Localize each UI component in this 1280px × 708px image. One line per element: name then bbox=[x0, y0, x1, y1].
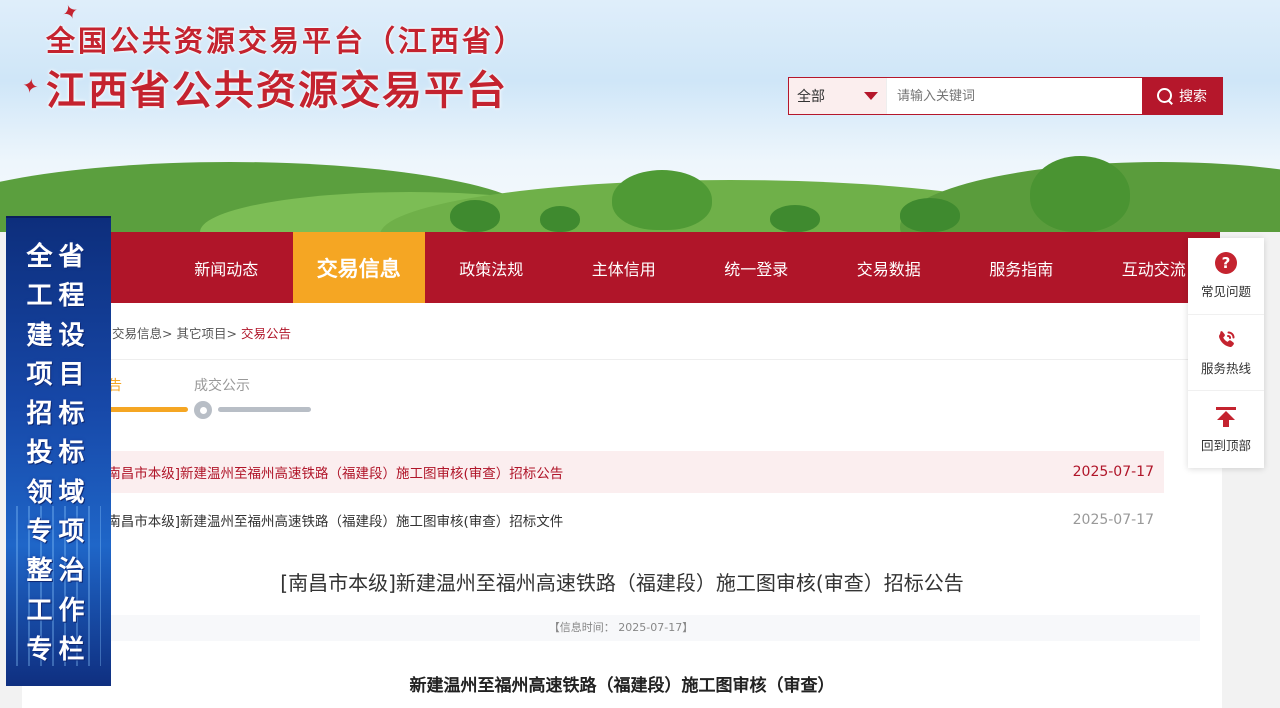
floating-toolbar: ? 常见问题 服务热线 回到顶部 bbox=[1188, 238, 1264, 468]
hotline-label: 服务热线 bbox=[1200, 360, 1251, 376]
search-icon bbox=[1157, 88, 1173, 104]
caret-down-icon bbox=[864, 92, 878, 100]
banner-text-line: 专项 bbox=[26, 517, 91, 548]
article-heading: 新建温州至福州高速铁路（福建段）施工图审核（审查） bbox=[409, 676, 835, 696]
search-input[interactable] bbox=[887, 78, 1142, 114]
article-info-time: 【信息时间： 2025-07-17】 bbox=[42, 615, 1200, 641]
search-button[interactable]: 搜索 bbox=[1142, 78, 1222, 114]
banner-text-line: 全省 bbox=[26, 242, 91, 272]
phone-icon bbox=[1214, 328, 1238, 352]
breadcrumb-current: 交易公告 bbox=[240, 326, 291, 341]
back-to-top-button[interactable]: 回到顶部 bbox=[1188, 391, 1264, 468]
nav-item-data[interactable]: 交易数据 bbox=[823, 232, 956, 303]
main-nav: 新闻动态 交易信息 政策法规 主体信用 统一登录 交易数据 服务指南 互动交流 bbox=[110, 232, 1220, 303]
nav-item-news[interactable]: 新闻动态 bbox=[160, 232, 293, 303]
question-icon: ? bbox=[1214, 251, 1238, 275]
list-item-date: 2025-07-17 bbox=[1072, 464, 1154, 480]
hotline-button[interactable]: 服务热线 bbox=[1188, 315, 1264, 392]
breadcrumb-item[interactable]: 交易信息> bbox=[112, 326, 172, 341]
banner-text-line: 专栏 bbox=[26, 634, 91, 665]
faq-button[interactable]: ? 常见问题 bbox=[1188, 238, 1264, 315]
banner-text-line: 项目 bbox=[26, 359, 91, 390]
banner-text-line: 领域 bbox=[26, 477, 91, 508]
list-item[interactable]: [南昌市本级]新建温州至福州高速铁路（福建段）施工图审核(审查）招标公告 202… bbox=[82, 451, 1164, 493]
search-bar: 全部 搜索 bbox=[788, 77, 1223, 115]
list-item-date: 2025-07-17 bbox=[1072, 512, 1154, 528]
banner-tree bbox=[540, 206, 580, 232]
progress-track-active bbox=[108, 407, 188, 412]
search-scope-value: 全部 bbox=[797, 89, 825, 105]
breadcrumb: 交易信息> 其它项目> 交易公告 bbox=[112, 323, 291, 342]
banner-text-line: 整治 bbox=[26, 556, 91, 587]
nav-item-credit[interactable]: 主体信用 bbox=[558, 232, 691, 303]
banner-tree bbox=[1030, 156, 1130, 232]
banner-text-line: 建设 bbox=[26, 320, 91, 351]
tab-result[interactable]: 成交公示 bbox=[194, 375, 250, 395]
banner-tree bbox=[612, 170, 712, 230]
search-button-label: 搜索 bbox=[1179, 89, 1207, 105]
bird-icon: ✦ bbox=[20, 72, 41, 100]
header-banner: ✦ ✦ 全国公共资源交易平台（江西省） 江西省公共资源交易平台 全部 搜索 bbox=[0, 0, 1280, 232]
nav-item-guide[interactable]: 服务指南 bbox=[955, 232, 1088, 303]
site-title-main[interactable]: 江西省公共资源交易平台 bbox=[46, 58, 508, 116]
content-panel: 交易信息> 其它项目> 交易公告 告 成交公示 [南昌市本级]新建温州至福州高速… bbox=[22, 303, 1222, 708]
banner-tree bbox=[450, 200, 500, 232]
nav-item-login[interactable]: 统一登录 bbox=[690, 232, 823, 303]
faq-label: 常见问题 bbox=[1200, 284, 1251, 300]
progress-track bbox=[218, 407, 311, 412]
progress-dot-icon bbox=[194, 401, 212, 419]
arrow-up-icon bbox=[1214, 405, 1238, 429]
banner-tree bbox=[900, 198, 960, 232]
article-title: [南昌市本级]新建温州至福州高速铁路（福建段）施工图审核(审查）招标公告 bbox=[280, 571, 964, 595]
banner-text-line: 工作 bbox=[26, 595, 91, 626]
list-item-title[interactable]: [南昌市本级]新建温州至福州高速铁路（福建段）施工图审核(审查）招标文件 bbox=[102, 510, 563, 530]
site-title-national[interactable]: 全国公共资源交易平台（江西省） bbox=[46, 18, 526, 60]
search-scope-select[interactable]: 全部 bbox=[789, 78, 887, 114]
list-item-title[interactable]: [南昌市本级]新建温州至福州高速铁路（福建段）施工图审核(审查）招标公告 bbox=[102, 462, 563, 482]
breadcrumb-item[interactable]: 其它项目> bbox=[176, 326, 236, 341]
banner-text-line: 投标 bbox=[26, 438, 91, 469]
list-item[interactable]: [南昌市本级]新建温州至福州高速铁路（福建段）施工图审核(审查）招标文件 202… bbox=[82, 499, 1164, 541]
banner-tree bbox=[770, 205, 820, 232]
divider bbox=[22, 359, 1222, 360]
banner-text-line: 工程 bbox=[26, 281, 91, 312]
special-column-banner[interactable]: 全省 工程 建设 项目 招标 投标 领域 专项 整治 工作 专栏 bbox=[6, 216, 111, 686]
nav-item-policy[interactable]: 政策法规 bbox=[425, 232, 558, 303]
back-to-top-label: 回到顶部 bbox=[1200, 437, 1251, 453]
banner-text-line: 招标 bbox=[26, 399, 91, 430]
nav-item-trading-info[interactable]: 交易信息 bbox=[292, 232, 425, 303]
